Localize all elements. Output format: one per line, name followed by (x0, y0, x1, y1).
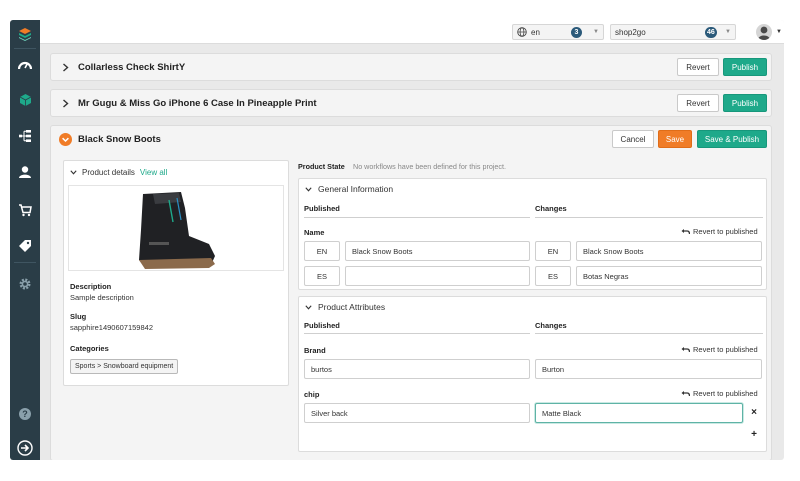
name-changes-es-input[interactable]: Botas Negras (576, 266, 762, 286)
product-image (68, 185, 284, 271)
editor-title: Black Snow Boots (78, 133, 161, 145)
name-label: Name (304, 228, 325, 237)
undo-icon (681, 390, 690, 397)
undo-icon (681, 228, 690, 235)
product-attributes-panel: Product Attributes Published Changes Bra… (298, 296, 767, 452)
divider (304, 217, 530, 218)
slug-label: Slug (70, 312, 87, 321)
chip-changes-input[interactable]: Matte Black (535, 403, 743, 423)
app-window: ? en 3 ▼ shop2go 46 ▼ ▼ Collarless Check… (10, 20, 784, 460)
add-value-icon[interactable]: + (748, 429, 760, 441)
chevron-down-icon[interactable] (70, 170, 77, 175)
general-information-panel: General Information Published Changes Na… (298, 178, 767, 290)
revert-button[interactable]: Revert (677, 58, 719, 76)
description-label: Description (70, 282, 112, 291)
customers-icon[interactable] (10, 162, 40, 182)
discounts-icon[interactable] (10, 236, 40, 256)
logo-icon[interactable] (10, 24, 40, 44)
chip-label: chip (304, 390, 320, 399)
project-count-badge: 46 (705, 27, 717, 38)
chevron-down-icon: ▼ (725, 29, 731, 35)
revert-to-published-link[interactable]: Revert to published (681, 389, 758, 398)
view-all-link[interactable]: View all (140, 168, 167, 177)
project-value: shop2go (615, 27, 646, 37)
published-column-header: Published (304, 321, 340, 330)
products-icon[interactable] (10, 90, 40, 110)
brand-label: Brand (304, 346, 326, 355)
product-title[interactable]: Mr Gugu & Miss Go iPhone 6 Case In Pinea… (78, 98, 317, 109)
name-changes-en-input[interactable]: Black Snow Boots (576, 241, 762, 261)
undo-icon (681, 346, 690, 353)
changes-column-header: Changes (535, 204, 567, 213)
avatar[interactable] (756, 24, 772, 40)
published-column-header: Published (304, 204, 340, 213)
top-bar: en 3 ▼ shop2go 46 ▼ ▼ (40, 20, 784, 44)
product-editor-card: Black Snow Boots Cancel Save Save & Publ… (50, 125, 772, 460)
sidebar-divider (14, 262, 36, 263)
general-information-header: General Information (318, 184, 394, 194)
publish-button[interactable]: Publish (723, 58, 767, 76)
dashboard-icon[interactable] (10, 54, 40, 74)
brand-changes-input[interactable]: Burton (535, 359, 762, 379)
help-icon[interactable]: ? (10, 404, 40, 424)
orders-icon[interactable] (10, 200, 40, 220)
language-count-badge: 3 (571, 27, 582, 38)
svg-text:?: ? (22, 409, 28, 419)
chevron-down-icon: ▼ (593, 29, 599, 35)
publish-button[interactable]: Publish (723, 94, 767, 112)
chevron-down-icon[interactable] (305, 304, 312, 310)
divider (535, 333, 763, 334)
product-title[interactable]: Collarless Check ShirtY (78, 62, 185, 73)
changes-column-header: Changes (535, 321, 567, 330)
product-state-label: Product State (298, 162, 345, 171)
cancel-button[interactable]: Cancel (612, 130, 654, 148)
avatar-menu-chevron-icon[interactable]: ▼ (776, 29, 782, 35)
language-selector[interactable]: en 3 ▼ (512, 24, 604, 40)
project-selector[interactable]: shop2go 46 ▼ (610, 24, 736, 40)
product-details-header: Product details (82, 168, 135, 177)
product-details-panel: Product details View all Description Sam… (63, 160, 289, 386)
product-attributes-header: Product Attributes (318, 302, 386, 312)
globe-icon (517, 27, 527, 37)
expand-icon[interactable] (10, 438, 40, 458)
chevron-right-icon[interactable] (59, 97, 72, 110)
revert-button[interactable]: Revert (677, 94, 719, 112)
sidebar: ? (10, 20, 40, 460)
language-code-field: ES (304, 266, 340, 286)
remove-value-icon[interactable]: × (748, 407, 760, 419)
brand-published-field[interactable]: burtos (304, 359, 530, 379)
slug-value: sapphire1490607159842 (70, 323, 153, 332)
sidebar-divider (14, 48, 36, 49)
product-card-collapsed: Mr Gugu & Miss Go iPhone 6 Case In Pinea… (50, 89, 772, 117)
language-code-field: ES (535, 266, 571, 286)
product-card-collapsed: Collarless Check ShirtY Revert Publish (50, 53, 772, 81)
categories-label: Categories (70, 344, 109, 353)
name-published-es-field[interactable] (345, 266, 530, 286)
chevron-down-icon[interactable] (305, 186, 312, 192)
save-and-publish-button[interactable]: Save & Publish (697, 130, 767, 148)
chip-published-field[interactable]: Silver back (304, 403, 530, 423)
category-tag[interactable]: Sports > Snowboard equipment (70, 359, 179, 374)
language-code-field: EN (535, 241, 571, 261)
chevron-down-icon[interactable] (59, 132, 72, 146)
categories-icon[interactable] (10, 126, 40, 146)
settings-icon[interactable] (10, 274, 40, 294)
save-button[interactable]: Save (658, 130, 692, 148)
product-state-message: No workflows have been defined for this … (353, 162, 507, 171)
revert-to-published-link[interactable]: Revert to published (681, 227, 758, 236)
revert-to-published-link[interactable]: Revert to published (681, 345, 758, 354)
language-code-field: EN (304, 241, 340, 261)
description-value: Sample description (70, 293, 134, 302)
divider (535, 217, 763, 218)
chevron-right-icon[interactable] (59, 61, 72, 74)
name-published-en-field[interactable]: Black Snow Boots (345, 241, 530, 261)
divider (304, 333, 530, 334)
language-value: en (531, 27, 540, 37)
